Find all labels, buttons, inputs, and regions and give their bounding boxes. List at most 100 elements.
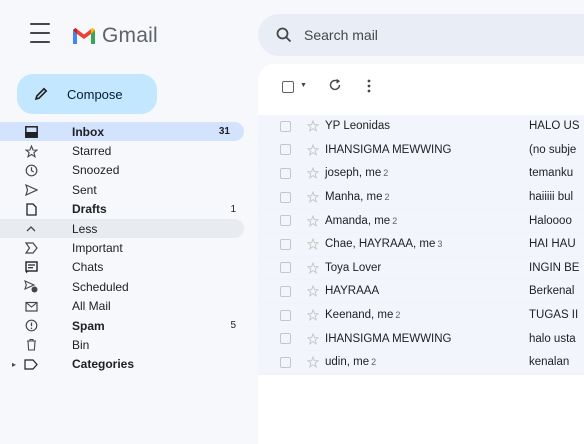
email-sender: IHANSIGMA MEWWING <box>325 143 452 156</box>
email-row[interactable]: udin, me 2 kenalan <box>258 350 584 375</box>
chevron-up-icon <box>24 222 38 236</box>
gmail-m-icon <box>73 28 95 44</box>
send-icon <box>24 183 38 197</box>
sidebar-item-starred[interactable]: Starred <box>0 141 250 160</box>
star-icon[interactable] <box>307 120 319 133</box>
email-subject: haiiiii bul <box>529 191 574 204</box>
sidebar-item-label: All Mail <box>72 299 111 314</box>
sidebar-item-important[interactable]: Important <box>0 238 250 257</box>
star-icon[interactable] <box>307 167 319 180</box>
sidebar-item-sent[interactable]: Sent <box>0 180 250 199</box>
email-subject: halo usta <box>529 332 576 345</box>
chat-icon <box>24 260 38 274</box>
sidebar-item-label: Bin <box>72 337 90 352</box>
row-checkbox[interactable] <box>280 167 291 179</box>
sidebar-item-inbox[interactable]: Inbox 31 <box>0 122 244 142</box>
sidebar-item-label: Chats <box>72 260 104 275</box>
star-icon[interactable] <box>307 309 319 322</box>
email-sender: joseph, me 2 <box>325 167 389 180</box>
inbox-count: 31 <box>218 126 230 138</box>
sidebar-item-label: Scheduled <box>72 279 129 294</box>
star-icon[interactable] <box>307 214 319 227</box>
sidebar-item-snoozed[interactable]: Snoozed <box>0 161 250 180</box>
sidebar-item-label: Sent <box>72 182 97 197</box>
email-subject: HALO US <box>529 120 580 133</box>
row-checkbox[interactable] <box>280 285 291 297</box>
email-sender: Toya Lover <box>325 261 382 274</box>
email-row[interactable]: joseph, me 2 temanku <box>258 162 584 186</box>
star-icon[interactable] <box>307 191 319 204</box>
star-icon[interactable] <box>307 356 319 369</box>
email-sender: YP Leonidas <box>325 120 391 133</box>
sidebar-item-spam[interactable]: Spam 5 <box>0 316 250 335</box>
drafts-count: 1 <box>230 203 236 215</box>
row-checkbox[interactable] <box>280 191 291 203</box>
clock-icon <box>24 163 38 177</box>
email-subject: (no subje <box>529 143 577 156</box>
email-row[interactable]: Toya Lover INGIN BE <box>258 256 584 281</box>
row-checkbox[interactable] <box>280 144 291 156</box>
email-row[interactable]: Keenand, me 2 TUGAS II <box>258 303 584 328</box>
sidebar-item-chats[interactable]: Chats <box>0 258 250 277</box>
email-row[interactable]: Amanda, me 2 Haloooo <box>258 209 584 233</box>
mail-toolbar: ▼ <box>258 64 584 110</box>
sidebar-item-bin[interactable]: Bin <box>0 335 250 354</box>
compose-button[interactable]: Compose <box>17 74 157 114</box>
star-icon[interactable] <box>307 261 319 274</box>
email-row[interactable]: IHANSIGMA MEWWING halo usta <box>258 327 584 351</box>
row-checkbox[interactable] <box>280 120 291 132</box>
row-checkbox[interactable] <box>280 309 291 321</box>
top-bar: Gmail <box>0 0 584 56</box>
select-all-checkbox[interactable] <box>282 81 294 93</box>
sidebar-item-scheduled[interactable]: Scheduled <box>0 277 250 296</box>
row-checkbox[interactable] <box>280 262 291 274</box>
star-icon[interactable] <box>307 332 319 345</box>
more-vert-icon[interactable] <box>362 78 376 94</box>
trash-icon <box>24 338 38 352</box>
sidebar-item-all-mail[interactable]: All Mail <box>0 297 250 316</box>
email-row[interactable]: YP Leonidas HALO US <box>258 115 584 139</box>
search-input[interactable] <box>302 26 556 44</box>
star-icon[interactable] <box>307 285 319 298</box>
sidebar-item-drafts[interactable]: Drafts 1 <box>0 200 250 219</box>
email-row[interactable]: Chae, HAYRAAA, me 3 HAI HAU <box>258 232 584 257</box>
sidebar-item-less[interactable]: Less <box>0 218 244 239</box>
refresh-icon[interactable] <box>328 78 342 92</box>
app-name: Gmail <box>102 24 158 47</box>
sidebar-item-label: Spam <box>72 318 105 333</box>
email-row[interactable]: IHANSIGMA MEWWING (no subje <box>258 138 584 163</box>
search-bar[interactable] <box>258 14 584 56</box>
select-dropdown-icon[interactable]: ▼ <box>300 82 307 89</box>
star-icon[interactable] <box>307 238 319 251</box>
all-mail-icon <box>24 299 38 313</box>
expand-caret-icon[interactable]: ▸ <box>12 360 16 369</box>
search-icon[interactable] <box>276 27 292 43</box>
compose-label: Compose <box>67 86 123 102</box>
sidebar-item-label: Drafts <box>72 202 107 217</box>
sidebar-item-label: Starred <box>72 144 112 159</box>
star-icon[interactable] <box>307 143 319 156</box>
row-checkbox[interactable] <box>280 215 291 227</box>
sidebar-item-label: Important <box>72 241 123 256</box>
email-row[interactable]: Manha, me 2 haiiiii bul <box>258 185 584 210</box>
email-sender: udin, me 2 <box>325 356 377 369</box>
row-checkbox[interactable] <box>280 238 291 250</box>
pencil-icon <box>34 87 48 101</box>
sidebar-item-label: Less <box>72 221 98 236</box>
spam-icon <box>24 319 38 333</box>
email-subject: TUGAS II <box>529 309 579 322</box>
email-subject: Haloooo <box>529 214 572 227</box>
email-subject: Berkenal <box>529 285 575 298</box>
email-rows: YP Leonidas HALO US IHANSIGMA MEWWING (n… <box>258 115 584 375</box>
email-sender: Keenand, me 2 <box>325 309 401 322</box>
sidebar-item-label: Categories <box>72 357 135 372</box>
label-icon <box>24 357 38 371</box>
email-sender: Amanda, me 2 <box>325 214 398 227</box>
row-checkbox[interactable] <box>280 333 291 345</box>
row-checkbox[interactable] <box>280 356 291 368</box>
email-subject: kenalan <box>529 356 570 369</box>
sidebar-item-categories[interactable]: ▸ Categories <box>0 355 250 374</box>
main-menu-button[interactable] <box>30 23 50 43</box>
gmail-logo[interactable]: Gmail <box>72 24 158 48</box>
email-row[interactable]: HAYRAAA Berkenal <box>258 280 584 304</box>
